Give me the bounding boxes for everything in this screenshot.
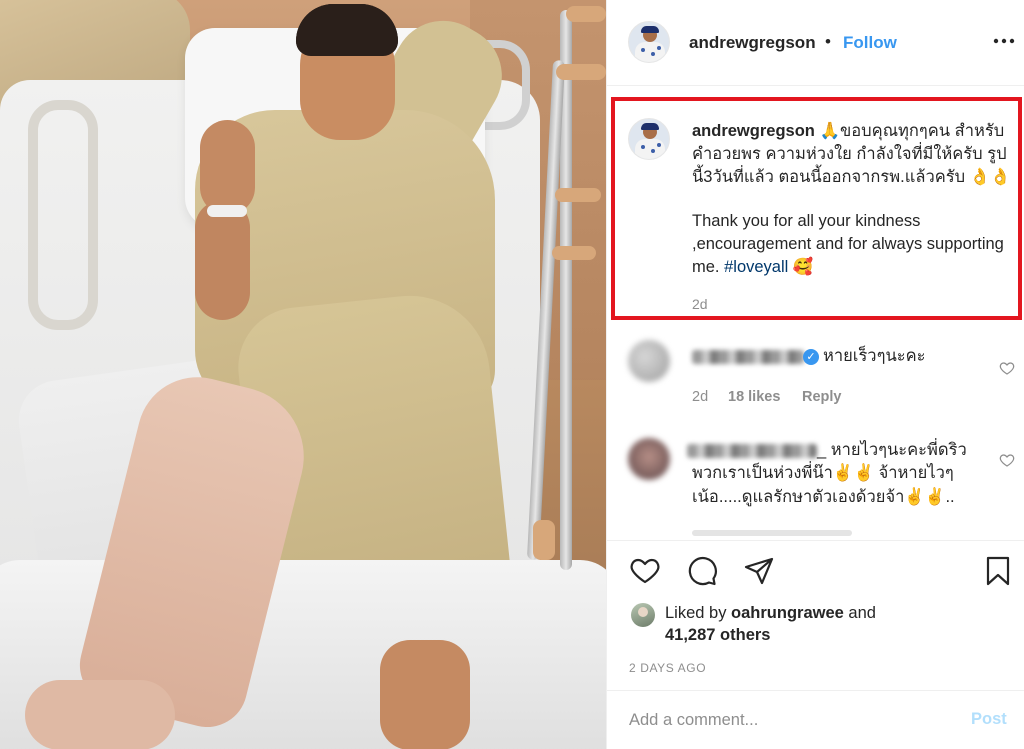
caption-avatar[interactable]: [628, 118, 670, 160]
follow-button[interactable]: Follow: [843, 33, 897, 53]
add-comment-input[interactable]: [629, 705, 949, 735]
caption-emoji: 🥰: [792, 258, 814, 276]
verified-badge-icon: ✓: [803, 349, 819, 365]
header-separator-dot: •: [825, 32, 831, 51]
comment-text: หายเร็วๆนะคะ: [823, 347, 926, 365]
comment-reply-button[interactable]: Reply: [802, 389, 842, 405]
photo-bed-rail: [28, 100, 98, 330]
comment-avatar[interactable]: [628, 438, 670, 480]
comment-username-blurred[interactable]: [692, 350, 804, 364]
bookmark-icon[interactable]: [982, 555, 1014, 587]
photo-ok-hand: [200, 120, 255, 215]
liked-by-and: and: [843, 604, 876, 622]
caption-timestamp[interactable]: 2d: [692, 296, 708, 312]
post-photo[interactable]: [0, 0, 606, 749]
comment-bubble-icon[interactable]: [686, 555, 718, 587]
header-avatar[interactable]: [628, 21, 670, 63]
photo-crutch-pad: [566, 6, 606, 22]
photo-crutch-grip: [555, 188, 601, 202]
liked-by-avatar[interactable]: [631, 603, 655, 627]
photo-crutch-foot: [533, 520, 555, 560]
post-comment-button[interactable]: Post: [971, 710, 1007, 729]
caption-hashtag[interactable]: #loveyall: [724, 258, 788, 276]
comment-like-heart-icon[interactable]: [999, 452, 1015, 468]
comment-time[interactable]: 2d: [692, 389, 708, 405]
share-send-icon[interactable]: [743, 555, 775, 587]
photo-hair-top: [296, 4, 398, 56]
post-header: andrewgregson • Follow: [607, 0, 1024, 86]
comment-likes[interactable]: 18 likes: [728, 389, 780, 405]
actions-divider: [607, 540, 1024, 541]
caption-english: Thank you for all your kindness ,encoura…: [692, 210, 1012, 279]
liked-by-prefix: Liked by: [665, 604, 732, 622]
photo-crutch-pad-2: [556, 64, 606, 80]
comment-like-heart-icon[interactable]: [999, 360, 1015, 376]
caption-thai: andrewgregson 🙏ขอบคุณทุกๆคน สำหรับคำอวยพ…: [692, 120, 1017, 189]
post-timestamp[interactable]: 2 DAYS AGO: [629, 661, 706, 675]
comment-text-line3: เน้อ.....ดูแลรักษาตัวเองด้วยจ้า✌️✌️..: [692, 488, 955, 506]
more-dots-icon[interactable]: [991, 31, 1017, 51]
comment-avatar[interactable]: [628, 340, 670, 382]
photo-foot: [380, 640, 470, 749]
caption-username[interactable]: andrewgregson: [692, 122, 815, 140]
comment-meta-faded: [692, 530, 852, 536]
liked-by-line: Liked by oahrungrawee and: [665, 601, 876, 626]
photo-bandaged-foot: [25, 680, 175, 749]
photo-crutch-grip-2: [552, 246, 596, 260]
add-comment-bar: Post: [607, 690, 1024, 749]
like-heart-icon[interactable]: [629, 555, 661, 587]
liked-by-user[interactable]: oahrungrawee: [731, 604, 844, 622]
comment-text-line1: _ หายไวๆนะคะพี่ดริว: [817, 441, 967, 459]
photo-wristband: [207, 205, 247, 217]
likes-count[interactable]: 41,287 others: [665, 626, 770, 645]
post-panel: andrewgregson • Follow andrewgregson 🙏ขอ…: [606, 0, 1024, 749]
comment-text-line2: พวกเราเป็นห่วงพี่น๊า✌️✌️ จ้าหายไวๆ: [692, 464, 954, 482]
photo-left-arm: [195, 200, 250, 320]
comment-username-blurred[interactable]: [687, 444, 817, 458]
header-username[interactable]: andrewgregson: [689, 33, 816, 53]
